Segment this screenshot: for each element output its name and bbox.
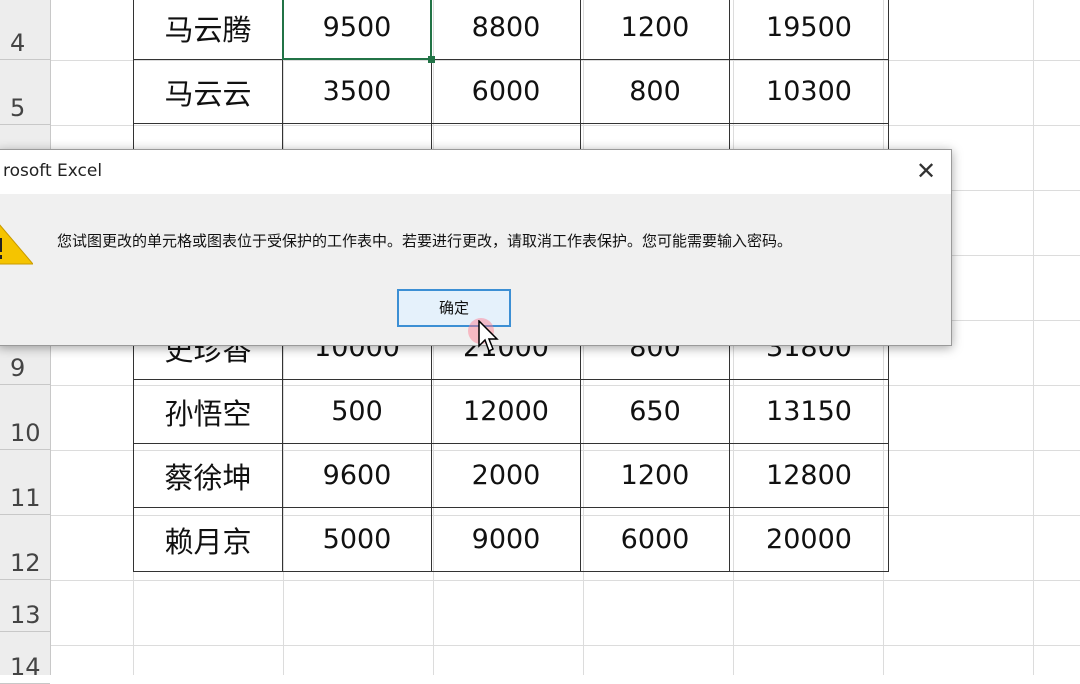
value-cell[interactable]: 800 <box>580 59 730 124</box>
dialog-title: rosoft Excel <box>3 161 103 181</box>
row-header-11[interactable]: 11 <box>0 450 50 515</box>
value-cell[interactable]: 12000 <box>431 379 581 444</box>
row-header-13[interactable]: 13 <box>0 580 50 632</box>
table-row: 马云云 3500 6000 800 10300 <box>133 59 889 124</box>
value-cell[interactable]: 650 <box>580 379 730 444</box>
name-cell[interactable]: 孙悟空 <box>133 379 283 444</box>
row-header-4[interactable]: 4 <box>0 0 50 60</box>
name-cell[interactable]: 蔡徐坤 <box>133 443 283 508</box>
value-cell[interactable]: 5000 <box>282 507 432 572</box>
value-cell[interactable]: 2000 <box>431 443 581 508</box>
table-row: 孙悟空 500 12000 650 13150 <box>133 379 889 444</box>
warning-triangle-icon <box>0 224 33 265</box>
value-cell[interactable]: 6000 <box>580 507 730 572</box>
protected-sheet-dialog: rosoft Excel ✕ 您试图更改的单元格或图表位于受保护的工作表中。若要… <box>0 149 952 346</box>
value-cell[interactable]: 9000 <box>431 507 581 572</box>
row-header-10[interactable]: 10 <box>0 385 50 450</box>
table-row: 赖月京 5000 9000 6000 20000 <box>133 507 889 572</box>
dialog-message: 您试图更改的单元格或图表位于受保护的工作表中。若要进行更改，请取消工作表保护。您… <box>57 232 793 250</box>
value-cell[interactable]: 1200 <box>580 443 730 508</box>
total-cell[interactable]: 12800 <box>729 443 889 508</box>
name-cell[interactable]: 赖月京 <box>133 507 283 572</box>
total-cell[interactable]: 19500 <box>729 0 889 60</box>
total-cell[interactable]: 10300 <box>729 59 889 124</box>
value-cell[interactable]: 500 <box>282 379 432 444</box>
close-icon[interactable]: ✕ <box>909 156 943 186</box>
fill-handle[interactable] <box>428 56 435 63</box>
dialog-titlebar[interactable]: rosoft Excel ✕ <box>0 150 951 194</box>
row-header-14[interactable]: 14 <box>0 632 50 684</box>
value-cell[interactable]: 9500 <box>282 0 432 60</box>
value-cell[interactable]: 1200 <box>580 0 730 60</box>
value-cell[interactable]: 9600 <box>282 443 432 508</box>
value-cell[interactable]: 6000 <box>431 59 581 124</box>
value-cell[interactable]: 8800 <box>431 0 581 60</box>
total-cell[interactable]: 20000 <box>729 507 889 572</box>
table-row: 马云腾 9500 8800 1200 19500 <box>133 0 889 60</box>
value-cell[interactable]: 3500 <box>282 59 432 124</box>
mouse-pointer-icon <box>478 320 499 353</box>
total-cell[interactable]: 13150 <box>729 379 889 444</box>
row-header-5[interactable]: 5 <box>0 60 50 125</box>
row-header-12[interactable]: 12 <box>0 515 50 580</box>
name-cell[interactable]: 马云云 <box>133 59 283 124</box>
table-row: 蔡徐坤 9600 2000 1200 12800 <box>133 443 889 508</box>
name-cell[interactable]: 马云腾 <box>133 0 283 60</box>
